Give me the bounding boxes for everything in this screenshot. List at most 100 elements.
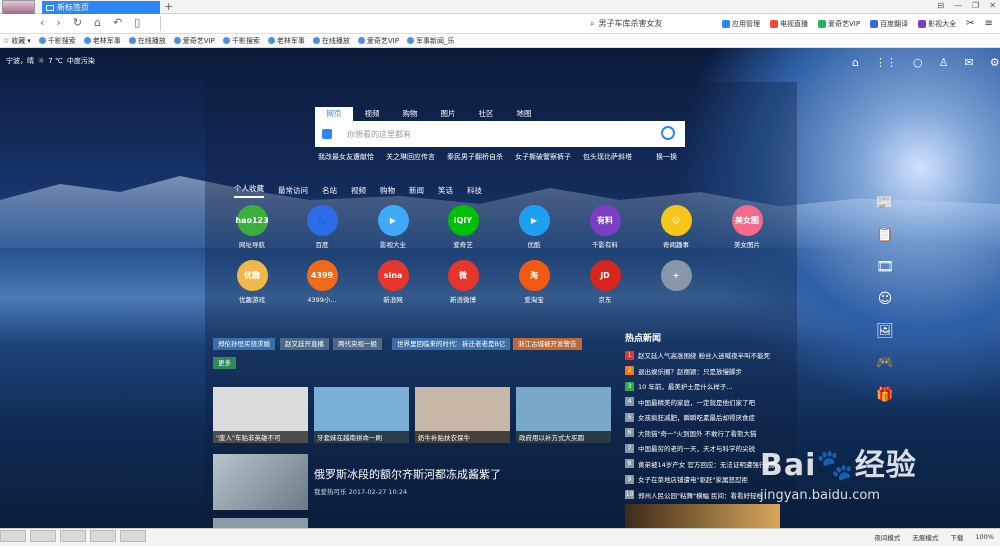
hot-search-item[interactable]: 关之琳回应传言 <box>386 152 435 162</box>
apps-grid-icon[interactable]: ⋮⋮ <box>875 56 897 69</box>
tv-live-button[interactable]: 电视直播 <box>770 19 808 29</box>
user-icon[interactable]: ♙ <box>939 56 949 69</box>
taskbar-thumb[interactable] <box>30 530 56 542</box>
hot-news-item[interactable]: 8 黄弟被14岁产女 官方回应：无法证明遭强行(图) <box>625 459 780 469</box>
hot-search-item[interactable]: 我改最女友遭献恰 <box>318 152 374 162</box>
mail-icon[interactable]: ✉ <box>964 56 973 69</box>
app-tile[interactable]: ☺ 奇闻趣事 <box>646 205 706 249</box>
news-card[interactable]: "废人"车贴非英雄不可 <box>213 387 308 443</box>
category-tab[interactable]: 最常访问 <box>278 185 308 196</box>
back-icon[interactable]: ‹ <box>40 16 44 29</box>
hot-news-item[interactable]: 4 中国最精美的家庭，一定就是他们家了吧 <box>625 397 780 407</box>
search-tab[interactable]: 图片 <box>429 107 467 121</box>
baidu-translate-button[interactable]: 百度翻译 <box>870 19 908 29</box>
hot-news-image[interactable] <box>625 504 780 528</box>
home-icon[interactable]: ⌂ <box>852 56 859 69</box>
feature-image-2[interactable] <box>213 518 308 528</box>
news-icon[interactable]: 📰 <box>876 194 894 212</box>
page-icon[interactable]: ▯ <box>134 16 140 29</box>
feature-image[interactable] <box>213 454 308 510</box>
undo-icon[interactable]: ↶ <box>113 16 122 29</box>
hot-tag[interactable]: 赵又廷开直播 <box>280 338 329 350</box>
app-tile[interactable]: JD 京东 <box>575 260 635 304</box>
app-manage-button[interactable]: 应用管理 <box>722 19 760 29</box>
hot-news-item[interactable]: 7 中国最穷的老的一天，天才与科学的尖锐 <box>625 443 780 453</box>
hot-search-item[interactable]: 包头现比萨斜塔 <box>583 152 632 162</box>
search-tab[interactable]: 地图 <box>505 107 543 121</box>
bookmark-item[interactable]: 爱奇艺VIP <box>173 36 215 46</box>
search-suggestion[interactable]: ⌕ 男子车库杀害女友 <box>590 18 662 29</box>
bookmark-item[interactable]: 千影搜索 <box>38 36 76 46</box>
hot-tag[interactable]: 两代央视一姐 <box>333 338 382 350</box>
new-tab-button[interactable]: + <box>164 0 173 14</box>
category-tab[interactable]: 购物 <box>380 185 395 196</box>
category-tab[interactable]: 视频 <box>351 185 366 196</box>
scissors-icon[interactable]: ✂ <box>966 18 974 29</box>
taskbar-thumb[interactable] <box>0 530 26 542</box>
smile-icon[interactable]: ☺ <box>876 290 894 308</box>
search-box[interactable]: 你想看的这里都有 <box>315 121 685 147</box>
category-tab[interactable]: 新闻 <box>409 185 424 196</box>
hot-news-item[interactable]: 3 10 年前，最美护士是什么样子... <box>625 381 780 391</box>
category-tab[interactable]: 名站 <box>322 185 337 196</box>
taskbar-thumb[interactable] <box>90 530 116 542</box>
app-tile[interactable]: ▶ 影视大全 <box>363 205 423 249</box>
minimize-button[interactable]: — <box>954 1 962 10</box>
tab-new-tab[interactable]: 新标签页 <box>42 1 160 14</box>
app-tile[interactable]: hao123 网址导航 <box>222 205 282 249</box>
app-tile[interactable]: 4399 4399小... <box>292 260 352 304</box>
refresh-icon[interactable]: ↻ <box>73 16 82 29</box>
gamepad-icon[interactable]: 🎮 <box>876 354 894 372</box>
hot-tag[interactable]: 拆迁老老是B亿 <box>457 338 511 350</box>
hot-tag[interactable]: 世界里回临来的时代？ <box>392 338 467 350</box>
taskbar-thumb[interactable] <box>120 530 146 542</box>
search-input[interactable]: 你想看的这里都有 <box>347 129 411 140</box>
bookmark-item[interactable]: 在线播放 <box>128 36 166 46</box>
hot-news-item[interactable]: 1 赵又廷人气高涨围绕 粉丝入迷喊夜半叫不能死 <box>625 350 780 360</box>
picture-icon[interactable]: 🖼 <box>876 322 894 340</box>
change-button[interactable]: 换一换 <box>656 152 677 162</box>
incognito-button[interactable]: 无痕模式 <box>912 532 938 542</box>
app-tile[interactable]: + <box>646 260 706 294</box>
app-tile[interactable]: sina 新浪网 <box>363 260 423 304</box>
app-tile[interactable]: 微新浪微博 <box>433 260 493 304</box>
hot-news-item[interactable]: 9 女子在菜地店铺遭电"驱赶"家属怒怼拒 <box>625 474 780 484</box>
bookmark-item[interactable]: 老林军事 <box>267 36 305 46</box>
category-tab[interactable]: 个人收藏 <box>234 183 264 198</box>
search-tab[interactable]: 视频 <box>353 107 391 121</box>
app-tile[interactable]: 🐾 百度 <box>292 205 352 249</box>
hot-search-item[interactable]: 女子撕破警察裤子 <box>515 152 571 162</box>
zoom-level[interactable]: 100% <box>975 533 994 541</box>
app-tile[interactable]: ▶ 优酷 <box>504 205 564 249</box>
search-icon[interactable]: ○ <box>913 56 923 69</box>
bookmark-item[interactable]: 千影搜索 <box>222 36 260 46</box>
hot-news-item[interactable]: 6 大熊猫"奇一"火到国外 不敢行了看熊大猫 <box>625 428 780 438</box>
baidu-paw-icon[interactable] <box>322 129 332 139</box>
hot-search-item[interactable]: 秦民男子翻桥自杀 <box>447 152 503 162</box>
night-mode-button[interactable]: 夜间模式 <box>874 532 900 542</box>
feature-title[interactable]: 俄罗斯冰段的额尔齐斯河都冻成酱紫了 <box>314 466 501 482</box>
search-tab[interactable]: 网页 <box>315 107 353 121</box>
maximize-button[interactable]: ❐ <box>972 1 979 10</box>
download-button[interactable]: 下载 <box>950 532 963 542</box>
category-tab[interactable]: 笑话 <box>438 185 453 196</box>
hot-news-item[interactable]: 10 郑州人民公园"粘舞"横幅 民间：看看好轻松 <box>625 490 780 500</box>
close-button[interactable]: ✕ <box>989 1 996 10</box>
bookmark-item[interactable]: 军事新闻_乐 <box>406 36 454 46</box>
hot-news-item[interactable]: 5 女孩疯狂减肥，瞬瞬吃素最后却得厌食症 <box>625 412 780 422</box>
gift-icon[interactable]: 🎁 <box>876 386 894 404</box>
search-tab[interactable]: 社区 <box>467 107 505 121</box>
category-tab[interactable]: 科技 <box>467 185 482 196</box>
taskbar-thumb[interactable] <box>60 530 86 542</box>
skin-icon[interactable]: ⊟ <box>937 1 944 10</box>
weather-widget[interactable]: 宁波，晴 ☼ 7 ℃ 中度污染 <box>6 56 95 66</box>
article-icon[interactable]: 📋 <box>876 226 894 244</box>
hot-tag[interactable]: 更多 <box>213 357 236 369</box>
video-all-button[interactable]: 影视大全 <box>918 19 956 29</box>
film-icon[interactable]: 🎞 <box>876 258 894 276</box>
favorites-button[interactable]: ☆ 收藏 ▾ <box>3 36 31 46</box>
news-card[interactable]: 奶牛补贴扶农保牛 <box>415 387 510 443</box>
search-tab[interactable]: 购物 <box>391 107 429 121</box>
hot-tag[interactable]: 浙江古城被开发警告 <box>513 338 582 350</box>
app-tile[interactable]: 有料 千影有料 <box>575 205 635 249</box>
